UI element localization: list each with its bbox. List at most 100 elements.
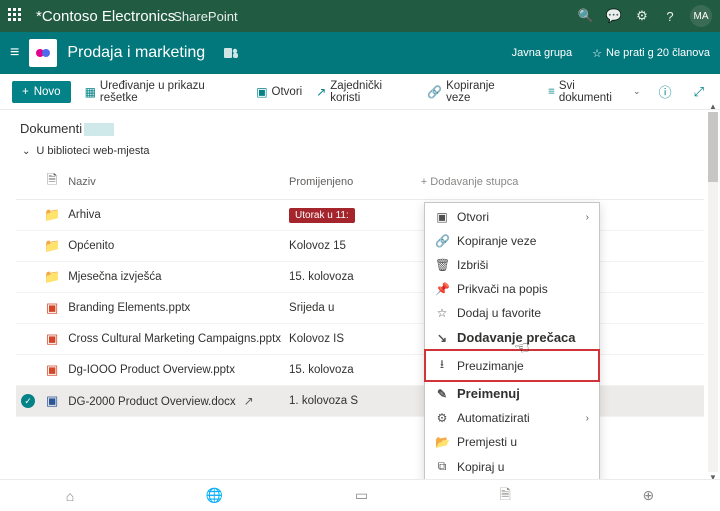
menu-item-copy[interactable]: ⧉Kopiraj u (425, 454, 599, 479)
name-column[interactable]: Naziv (64, 165, 285, 200)
menu-label: Preuzimanje (457, 359, 524, 373)
expand-icon[interactable]: ⤢ (690, 84, 708, 100)
new-button[interactable]: +Novo (12, 81, 71, 103)
file-type-icon: 📁 (40, 262, 64, 293)
file-name[interactable]: Arhiva (64, 200, 285, 231)
menu-item-download[interactable]: ⭳ Preuzimanje (425, 350, 599, 381)
type-column-icon[interactable]: 🗎 (40, 165, 64, 200)
file-type-icon: ▣ (40, 324, 64, 355)
share-button[interactable]: ↗Zajednički koristi (316, 80, 413, 104)
grid-icon: ▦ (85, 85, 96, 99)
view-selector[interactable]: ≡Svi dokumenti⌄ (548, 80, 640, 104)
file-list: 🗎 Naziv Promijenjeno + Dodavanje stupca … (16, 165, 704, 417)
file-name[interactable]: Mjesečna izvješća (64, 262, 285, 293)
link-icon: 🔗 (427, 85, 442, 99)
content-area: Dokumenti U biblioteci web-mjesta 🗎 Nazi… (0, 110, 720, 479)
flow-icon: ⚙ (435, 411, 449, 425)
menu-label: Otvori (457, 210, 489, 224)
settings-icon[interactable]: ⚙ (628, 8, 656, 24)
group-type: Javna grupa (512, 47, 573, 59)
command-bar: +Novo ▦Uređivanje u prikazu rešetke ▣Otv… (0, 74, 720, 110)
plus-icon: + (22, 86, 29, 98)
rename-icon: ✎ (435, 387, 449, 401)
files-icon[interactable]: 🗎 (500, 484, 511, 508)
menu-item-shortcut[interactable]: ↘Dodavanje prečaca (425, 325, 599, 350)
add-icon[interactable]: ⊕ (642, 487, 654, 504)
share-icon: ↗ (316, 85, 326, 99)
info-icon[interactable]: ⓘ (655, 82, 676, 101)
open-button[interactable]: ▣Otvori (256, 85, 302, 99)
menu-item-trash[interactable]: 🗑 Izbriši (425, 253, 599, 277)
file-row[interactable]: ▣ Cross Cultural Marketing Campaigns.ppt… (16, 324, 704, 355)
home-icon[interactable]: ⌂ (66, 488, 74, 504)
menu-item-link[interactable]: 🔗 Kopiranje veze (425, 229, 599, 253)
file-row[interactable]: 📁 Arhiva Utorak u 11: (16, 200, 704, 231)
edit-grid-button[interactable]: ▦Uređivanje u prikazu rešetke (85, 80, 243, 104)
scrollbar-thumb[interactable] (708, 112, 718, 182)
site-logo[interactable] (29, 39, 57, 67)
site-name[interactable]: Prodaja i marketing (67, 44, 205, 62)
shortcut-icon: ↘ (435, 331, 449, 345)
move-icon: 📂 (435, 435, 449, 449)
file-modified: Utorak u 11: (285, 200, 395, 231)
add-column[interactable]: + Dodavanje stupca (417, 165, 704, 200)
user-avatar[interactable]: MA (690, 5, 712, 27)
download-icon: ⭳ (435, 355, 449, 376)
copylink-button[interactable]: 🔗Kopiranje veze (427, 80, 520, 104)
hamburger-icon[interactable]: ≡ (10, 44, 19, 62)
search-icon[interactable]: 🔍 (572, 8, 600, 24)
help-icon[interactable]: ? (656, 9, 684, 24)
file-type-icon: ▣ (40, 386, 64, 417)
open-icon: ▣ (435, 210, 449, 224)
file-name[interactable]: Branding Elements.pptx (64, 293, 285, 324)
file-name[interactable]: DG-2000 Product Overview.docx↗ (64, 386, 285, 417)
trash-icon: 🗑 (435, 258, 449, 272)
pin-icon: 📌 (435, 282, 449, 296)
file-row[interactable]: ▣ Dg-IOOO Product Overview.pptx 15. kolo… (16, 355, 704, 386)
menu-item-star[interactable]: ☆Dodaj u favorite (425, 301, 599, 325)
scrollbar[interactable]: ▲ ▼ (708, 112, 718, 472)
menu-item-open[interactable]: ▣Otvori› (425, 205, 599, 229)
file-row[interactable]: ▣ Branding Elements.pptx Srijeda u (16, 293, 704, 324)
link-icon: 🔗 (435, 234, 449, 248)
menu-item-pin[interactable]: 📌 Prikvači na popis (425, 277, 599, 301)
selected-icon: ✓ (21, 394, 35, 408)
menu-item-flow[interactable]: ⚙Automatizirati› (425, 406, 599, 430)
chat-icon[interactable]: 💬 (600, 8, 628, 24)
menu-label: Kopiranje veze (457, 234, 536, 248)
menu-label: Prikvači na popis (457, 282, 548, 296)
file-name[interactable]: Općenito (64, 231, 285, 262)
menu-label: Kopiraj u (457, 460, 504, 474)
menu-label: Izbriši (457, 258, 488, 272)
modified-column[interactable]: Promijenjeno (285, 165, 395, 200)
globe-icon[interactable]: 🌐 (206, 487, 223, 504)
follow-link[interactable]: ☆Ne prati g 20 članova (592, 47, 710, 60)
context-menu: ▣Otvori›🔗Kopiranje veze🗑Izbriši📌Prikvači… (424, 202, 600, 479)
suite-bar: *Contoso Electronics SharePoint 🔍 💬 ⚙ ? … (0, 0, 720, 32)
file-row[interactable]: ✓ ▣ DG-2000 Product Overview.docx↗ 1. ko… (16, 386, 704, 417)
teams-icon[interactable] (223, 45, 239, 61)
site-header: ≡ Prodaja i marketing Javna grupa ☆Ne pr… (0, 32, 720, 74)
row-share-icon[interactable]: ↗ (244, 394, 254, 408)
file-type-icon: ▣ (40, 355, 64, 386)
file-modified: 15. kolovoza (285, 355, 395, 386)
menu-item-rename[interactable]: ✎Preimenuj (425, 381, 599, 406)
news-icon[interactable]: ▭ (355, 487, 368, 504)
file-row[interactable]: 📁 Mjesečna izvješća 15. kolovoza (16, 262, 704, 293)
library-title: Dokumenti (16, 120, 118, 137)
menu-item-move[interactable]: 📂 Premjesti u (425, 430, 599, 454)
footer-nav: ⌂ 🌐 ▭ 🗎 ⊕ (0, 479, 720, 511)
star-icon: ☆ (592, 47, 602, 60)
scope-selector[interactable]: U biblioteci web-mjesta (22, 145, 704, 157)
menu-label: Automatizirati (457, 411, 530, 425)
file-modified: 15. kolovoza (285, 262, 395, 293)
app-launcher-icon[interactable] (8, 8, 24, 24)
file-modified: 1. kolovoza S (285, 386, 395, 417)
menu-label: Dodaj u favorite (457, 306, 541, 320)
menu-label: Premjesti u (457, 435, 517, 449)
file-row[interactable]: 📁 Općenito Kolovoz 15 (16, 231, 704, 262)
file-modified: Kolovoz 15 (285, 231, 395, 262)
file-type-icon: ▣ (40, 293, 64, 324)
file-name[interactable]: Cross Cultural Marketing Campaigns.pptx (64, 324, 285, 355)
file-name[interactable]: Dg-IOOO Product Overview.pptx (64, 355, 285, 386)
